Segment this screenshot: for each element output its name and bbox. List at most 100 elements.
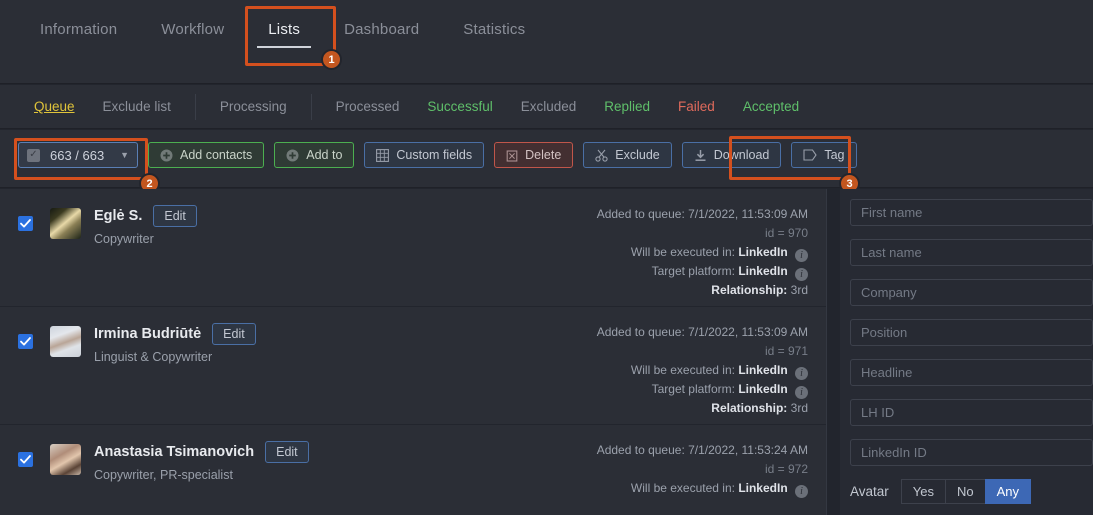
target-platform: Target platform: LinkedIn i — [518, 380, 808, 399]
edit-button[interactable]: Edit — [265, 441, 309, 463]
position-input[interactable] — [850, 319, 1093, 346]
plus-circle-icon — [286, 149, 299, 162]
nav-tab-dashboard[interactable]: Dashboard — [322, 0, 441, 58]
info-icon[interactable]: i — [795, 249, 808, 262]
tag-label: Tag — [824, 148, 845, 162]
tab-processed[interactable]: Processed — [322, 99, 414, 114]
filter-panel: Avatar Yes No Any — [840, 189, 1093, 515]
tag-button[interactable]: Tag — [791, 142, 857, 168]
lists-page: Information Workflow Lists Dashboard Sta… — [0, 0, 1093, 515]
relationship: Relationship: 3rd — [518, 399, 808, 418]
contact-info: Anastasia Tsimanovich Edit Copywriter, P… — [94, 441, 518, 482]
edit-button[interactable]: Edit — [153, 205, 197, 227]
nav-tab-workflow-label: Workflow — [161, 20, 225, 38]
page-content: Eglė S. Edit Copywriter Added to queue: … — [0, 189, 1093, 515]
custom-fields-button[interactable]: Custom fields — [364, 142, 485, 168]
nav-tab-information[interactable]: Information — [18, 0, 139, 58]
contact-info: Eglė S. Edit Copywriter — [94, 205, 518, 246]
download-label: Download — [713, 148, 770, 162]
exclude-label: Exclude — [615, 148, 660, 162]
list-status-tabs: Queue Exclude list Processing Processed … — [0, 85, 1093, 129]
avatar-filter-segmented-control: Yes No Any — [900, 479, 1032, 504]
record-id: id = 972 — [764, 462, 808, 476]
avatar-filter-row: Avatar Yes No Any — [850, 479, 1093, 504]
first-name-input[interactable] — [850, 199, 1093, 226]
tab-exclude-list[interactable]: Exclude list — [89, 99, 185, 114]
edit-button[interactable]: Edit — [212, 323, 256, 345]
target-platform-label: Target platform: — [651, 382, 735, 396]
nav-tab-statistics-label: Statistics — [463, 20, 526, 38]
row-checkbox[interactable] — [18, 452, 33, 467]
info-icon[interactable]: i — [795, 268, 808, 281]
row-checkbox[interactable] — [18, 216, 33, 231]
row-checkbox[interactable] — [18, 334, 33, 349]
add-to-label: Add to — [306, 148, 343, 162]
tab-processing[interactable]: Processing — [206, 99, 301, 114]
table-row[interactable]: Anastasia Tsimanovich Edit Copywriter, P… — [0, 425, 826, 515]
nav-tab-information-label: Information — [40, 20, 118, 38]
contact-title: Copywriter — [94, 232, 154, 246]
tab-divider — [310, 93, 312, 120]
chevron-down-icon: ▼ — [120, 150, 129, 160]
tab-queue[interactable]: Queue — [20, 99, 89, 114]
info-icon[interactable]: i — [795, 386, 808, 399]
nav-tab-workflow[interactable]: Workflow — [139, 0, 246, 58]
download-button[interactable]: Download — [681, 142, 782, 168]
avatar-filter-no[interactable]: No — [945, 479, 986, 504]
relationship-label: Relationship: — [711, 401, 788, 415]
tab-excluded[interactable]: Excluded — [507, 99, 591, 114]
add-to-button[interactable]: Add to — [274, 142, 355, 168]
headline-input[interactable] — [850, 359, 1093, 386]
tab-successful[interactable]: Successful — [413, 99, 506, 114]
add-contacts-button[interactable]: Add contacts — [148, 142, 265, 168]
avatar-filter-yes[interactable]: Yes — [900, 479, 946, 504]
panel-divider — [826, 189, 827, 515]
info-icon[interactable]: i — [795, 367, 808, 380]
primary-nav-items: Information Workflow Lists Dashboard Sta… — [18, 0, 547, 58]
contact-name: Anastasia Tsimanovich — [94, 444, 255, 460]
primary-navigation-bar: Information Workflow Lists Dashboard Sta… — [0, 0, 1093, 84]
nav-tab-lists[interactable]: Lists — [246, 0, 322, 58]
record-id: id = 970 — [764, 226, 808, 240]
contact-name: Eglė S. — [94, 208, 143, 224]
tab-accepted[interactable]: Accepted — [729, 99, 813, 114]
custom-fields-label: Custom fields — [396, 148, 473, 162]
will-be-executed-in-label: Will be executed in: — [630, 245, 735, 259]
selection-count-label: 663 / 663 — [50, 147, 105, 163]
contact-info: Irmina Budriūtė Edit Linguist & Copywrit… — [94, 323, 518, 364]
delete-button[interactable]: Delete — [494, 142, 574, 168]
will-be-executed-in-label: Will be executed in: — [630, 481, 735, 495]
tab-divider — [194, 93, 196, 120]
record-id: id = 971 — [764, 344, 808, 358]
will-be-executed-in: Will be executed in: LinkedIn i — [518, 361, 808, 380]
added-to-queue: Added to queue: 7/1/2022, 11:53:09 AM — [596, 325, 808, 339]
company-input[interactable] — [850, 279, 1093, 306]
relationship-label: Relationship: — [711, 283, 788, 297]
selection-count-dropdown[interactable]: ✓ 663 / 663 ▼ — [18, 142, 138, 168]
avatar-filter-any[interactable]: Any — [984, 479, 1032, 504]
lh-id-input[interactable] — [850, 399, 1093, 426]
exclude-button[interactable]: Exclude — [583, 142, 672, 168]
nav-tab-dashboard-label: Dashboard — [344, 20, 420, 38]
contact-title: Linguist & Copywriter — [94, 350, 213, 364]
table-row[interactable]: Irmina Budriūtė Edit Linguist & Copywrit… — [0, 307, 826, 425]
avatar — [50, 208, 81, 239]
info-icon[interactable]: i — [795, 485, 808, 498]
row-meta: Added to queue: 7/1/2022, 11:53:24 AM id… — [518, 441, 808, 498]
linkedin-id-input[interactable] — [850, 439, 1093, 466]
will-be-executed-in: Will be executed in: LinkedIn i — [518, 479, 808, 498]
last-name-input[interactable] — [850, 239, 1093, 266]
will-be-executed-in: Will be executed in: LinkedIn i — [518, 243, 808, 262]
select-all-checkbox-icon[interactable]: ✓ — [27, 148, 40, 162]
nav-tab-statistics[interactable]: Statistics — [441, 0, 547, 58]
tag-icon — [803, 149, 818, 161]
tab-replied[interactable]: Replied — [590, 99, 664, 114]
relationship-value: 3rd — [790, 401, 808, 415]
trash-icon — [506, 149, 518, 162]
tab-failed[interactable]: Failed — [664, 99, 729, 114]
grid-table-icon — [376, 148, 390, 162]
table-row[interactable]: Eglė S. Edit Copywriter Added to queue: … — [0, 189, 826, 307]
target-platform-value: LinkedIn — [738, 382, 788, 396]
target-platform-label: Target platform: — [651, 264, 735, 278]
delete-label: Delete — [525, 148, 562, 162]
